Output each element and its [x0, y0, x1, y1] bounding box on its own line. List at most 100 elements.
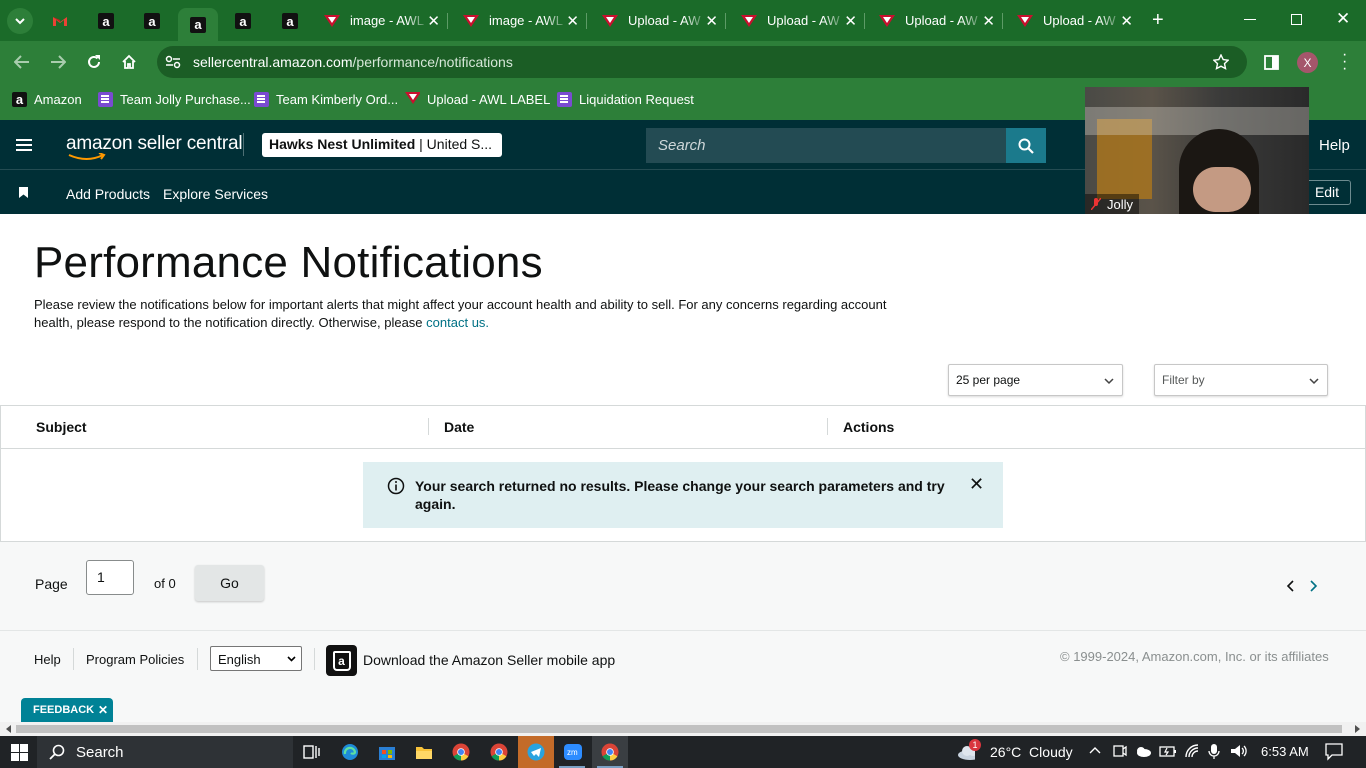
- menu-dots-icon[interactable]: · · ·: [1342, 47, 1347, 77]
- battery-icon[interactable]: [1159, 743, 1177, 761]
- alert-message: Your search returned no results. Please …: [415, 478, 945, 512]
- amazon-active-tab[interactable]: a: [178, 8, 218, 41]
- chevron-right-icon[interactable]: [1310, 580, 1318, 592]
- browser-tab[interactable]: Upload - AW ✕: [1017, 7, 1133, 34]
- amazon-pinned-tab[interactable]: a: [277, 8, 303, 34]
- chevron-left-icon[interactable]: [1286, 580, 1294, 592]
- close-icon[interactable]: ✕: [98, 703, 108, 717]
- bookmark-upload-awl[interactable]: Upload - AWL LABEL: [405, 92, 550, 107]
- weather-text[interactable]: 26°C Cloudy: [990, 744, 1073, 760]
- bookmark-icon[interactable]: [19, 187, 28, 198]
- bookmark-team-kimberly[interactable]: Team Kimberly Ord...: [254, 92, 398, 107]
- page-number-input[interactable]: 1: [86, 560, 134, 595]
- site-settings-icon[interactable]: [165, 55, 181, 69]
- gmail-pinned-tab[interactable]: [47, 8, 73, 34]
- go-button[interactable]: Go: [195, 565, 264, 601]
- column-date[interactable]: Date: [444, 419, 474, 435]
- edit-button[interactable]: Edit: [1303, 180, 1351, 205]
- home-icon[interactable]: [121, 54, 137, 70]
- tab-search-button[interactable]: [7, 8, 33, 34]
- file-explorer-icon[interactable]: [415, 743, 433, 761]
- windows-start-icon[interactable]: [11, 744, 29, 762]
- chrome-icon[interactable]: [490, 743, 508, 761]
- address-bar[interactable]: sellercentral.amazon.com/performance/not…: [157, 46, 1247, 78]
- scroll-right-icon[interactable]: [1355, 725, 1360, 733]
- scroll-left-icon[interactable]: [6, 725, 11, 733]
- browser-tab[interactable]: Upload - AW ✕: [879, 7, 1003, 34]
- amazon-icon: a: [190, 16, 206, 33]
- browser-tab[interactable]: Upload - AW ✕: [602, 7, 726, 34]
- chrome-icon[interactable]: [601, 743, 619, 761]
- clock[interactable]: 6:53 AM: [1261, 744, 1309, 759]
- profile-avatar[interactable]: X: [1297, 52, 1318, 73]
- forward-arrow-icon[interactable]: [50, 55, 66, 69]
- close-icon[interactable]: ✕: [566, 12, 579, 30]
- close-icon[interactable]: ✕: [427, 12, 440, 30]
- search-icon: [1018, 138, 1034, 154]
- bookmark-star-icon[interactable]: [1213, 54, 1229, 70]
- chrome-icon[interactable]: [452, 743, 470, 761]
- meet-now-icon[interactable]: [1113, 743, 1131, 761]
- feedback-tab[interactable]: FEEDBACK ✕: [21, 698, 113, 722]
- back-arrow-icon[interactable]: [14, 55, 30, 69]
- bookmark-amazon[interactable]: a Amazon: [12, 92, 82, 107]
- restore-icon[interactable]: [1291, 14, 1302, 25]
- nav-add-products[interactable]: Add Products: [66, 186, 150, 202]
- telegram-icon[interactable]: [527, 743, 545, 761]
- scrollbar-thumb[interactable]: [16, 725, 1342, 733]
- per-page-select[interactable]: 25 per page: [948, 364, 1123, 396]
- store-icon[interactable]: [378, 743, 396, 761]
- language-select[interactable]: English: [210, 646, 302, 671]
- volume-icon[interactable]: [1230, 743, 1248, 761]
- column-actions[interactable]: Actions: [843, 419, 894, 435]
- edge-icon[interactable]: [341, 743, 359, 761]
- microphone-icon[interactable]: [1208, 743, 1226, 761]
- bookmark-team-jolly[interactable]: Team Jolly Purchase...: [98, 92, 251, 107]
- hamburger-menu-icon[interactable]: [16, 136, 32, 154]
- horizontal-scrollbar[interactable]: [0, 722, 1366, 736]
- wifi-icon[interactable]: [1184, 743, 1202, 761]
- program-policies-link[interactable]: Program Policies: [86, 652, 184, 667]
- browser-tab[interactable]: image - AWL ✕: [463, 7, 587, 34]
- video-call-overlay[interactable]: Jolly: [1085, 87, 1309, 214]
- close-icon[interactable]: ✕: [705, 12, 718, 30]
- bookmark-label: Team Kimberly Ord...: [276, 92, 399, 107]
- search-input[interactable]: Search: [646, 128, 1006, 163]
- browser-tab[interactable]: image - AWL ✕: [324, 7, 448, 34]
- notifications-icon[interactable]: [1325, 743, 1343, 761]
- footer-help-link[interactable]: Help: [34, 652, 61, 667]
- store-selector[interactable]: Hawks Nest Unlimited | United S...: [262, 133, 502, 157]
- amazon-icon: a: [98, 13, 114, 29]
- seller-central-logo[interactable]: amazon seller central: [66, 133, 243, 160]
- side-panel-icon[interactable]: [1264, 55, 1279, 70]
- amazon-pinned-tab[interactable]: a: [230, 8, 256, 34]
- task-view-icon[interactable]: [303, 743, 321, 761]
- close-icon[interactable]: ✕: [1120, 12, 1133, 30]
- reload-icon[interactable]: [86, 54, 102, 70]
- contact-us-link[interactable]: contact us.: [426, 315, 489, 330]
- amazon-pinned-tab[interactable]: a: [139, 8, 165, 34]
- forms-icon: [98, 92, 113, 107]
- bookmark-liquidation[interactable]: Liquidation Request: [557, 92, 694, 107]
- filter-placeholder: Filter by: [1162, 373, 1205, 387]
- chevron-up-icon[interactable]: [1089, 746, 1107, 764]
- close-icon[interactable]: ✕: [844, 12, 857, 30]
- amazon-pinned-tab[interactable]: a: [93, 8, 119, 34]
- minimize-icon[interactable]: [1244, 19, 1256, 20]
- new-tab-plus-icon[interactable]: +: [1152, 10, 1164, 30]
- onedrive-icon[interactable]: [1134, 743, 1152, 761]
- close-icon[interactable]: ✕: [982, 12, 995, 30]
- search-button[interactable]: [1006, 128, 1046, 163]
- help-link[interactable]: Help: [1319, 137, 1350, 154]
- download-app-link[interactable]: Download the Amazon Seller mobile app: [363, 652, 615, 668]
- taskbar-search[interactable]: Search: [37, 736, 293, 768]
- close-alert-icon[interactable]: ✕: [969, 475, 984, 493]
- seller-app-icon[interactable]: a: [326, 645, 357, 676]
- chevron-down-icon: [287, 656, 296, 662]
- zoom-icon[interactable]: zm: [564, 743, 582, 761]
- browser-tab[interactable]: Upload - AW ✕: [741, 7, 865, 34]
- column-subject[interactable]: Subject: [36, 419, 87, 435]
- close-window-icon[interactable]: ✕: [1336, 9, 1350, 29]
- filter-select[interactable]: Filter by: [1154, 364, 1328, 396]
- nav-explore-services[interactable]: Explore Services: [163, 186, 268, 202]
